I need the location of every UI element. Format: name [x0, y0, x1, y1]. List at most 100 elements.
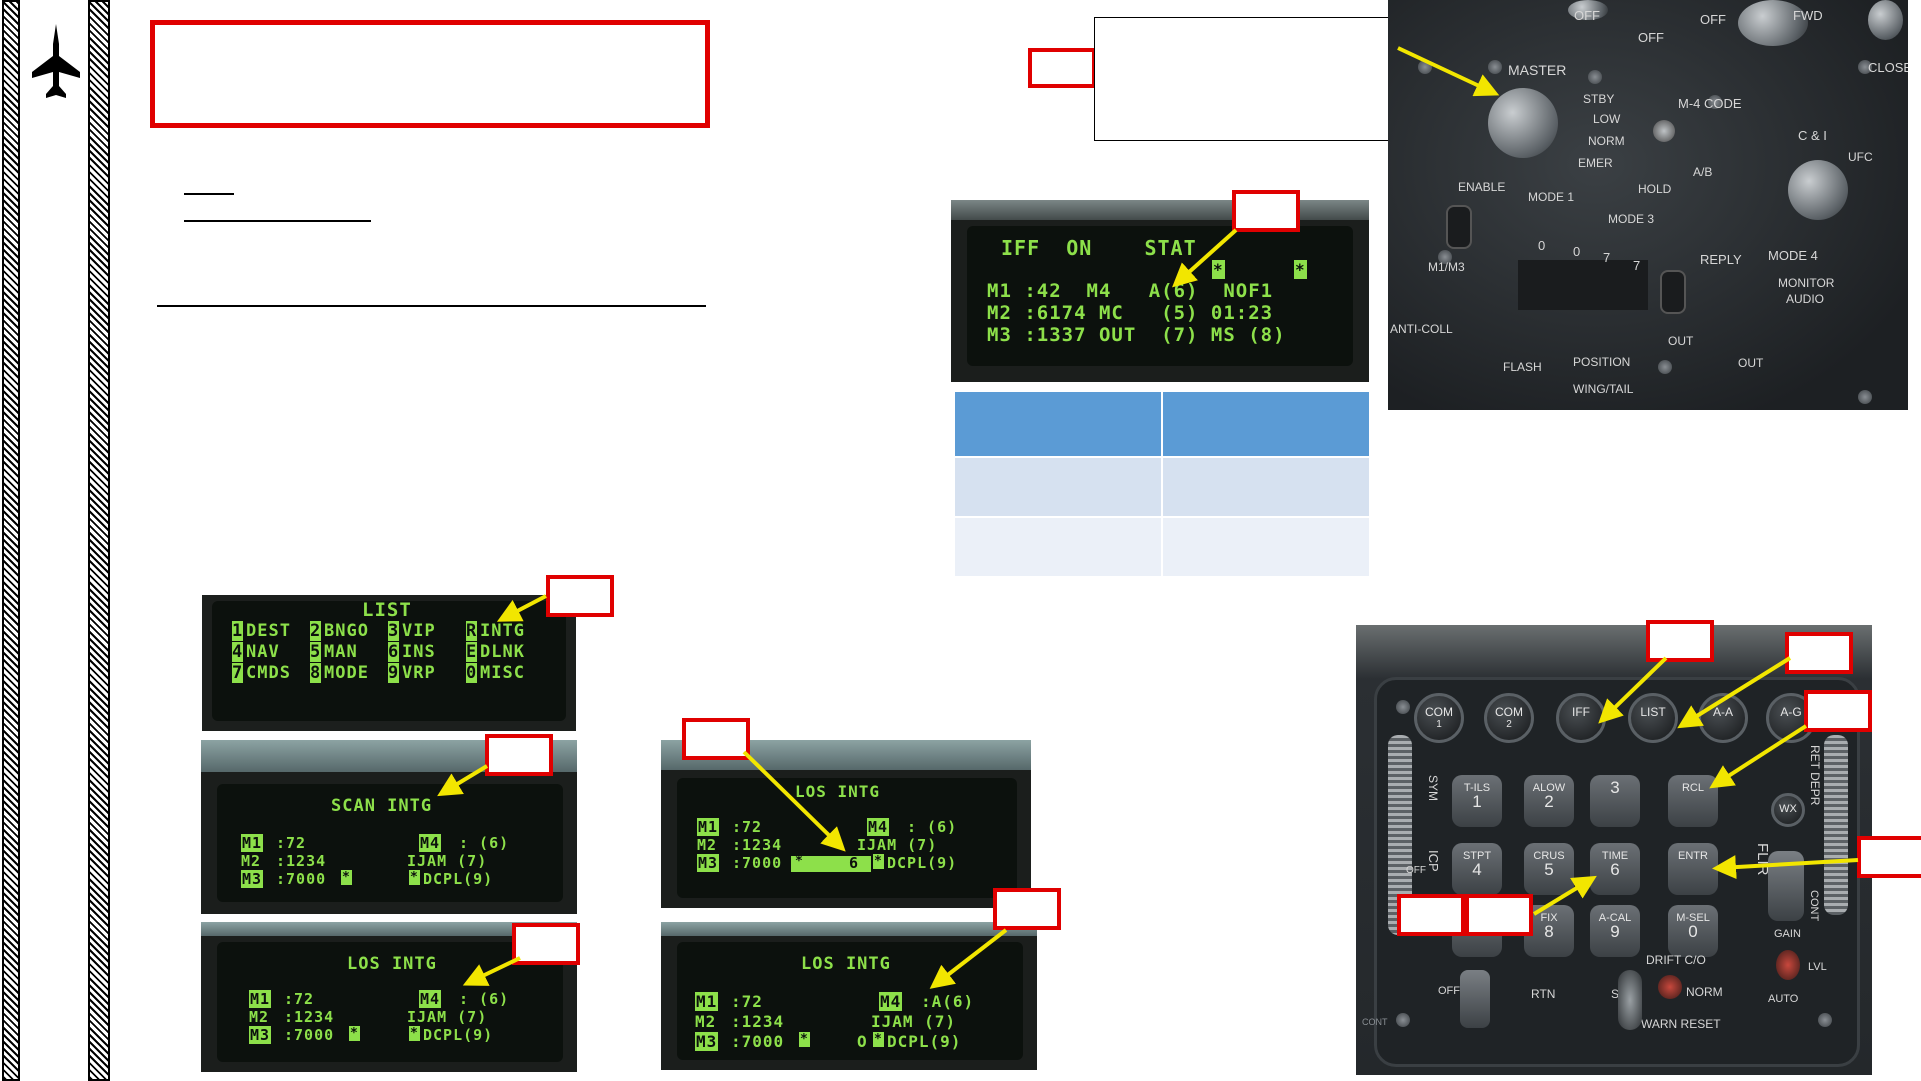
list-key-8: 8	[310, 663, 322, 683]
top-knob[interactable]	[1738, 0, 1808, 46]
scan-star: *	[341, 870, 352, 885]
upfront-button-iff[interactable]: IFF	[1556, 693, 1606, 743]
los2-star-2: *	[873, 854, 884, 869]
iff-label: 7	[1603, 250, 1611, 265]
scan-r3: DCPL(9)	[423, 870, 494, 888]
drift-switch[interactable]	[1618, 970, 1642, 1030]
upfront-button-label: COM	[1495, 705, 1523, 719]
upfront-controls-photo: COM 1 COM 2 IFF LIST A-A A-G T-ILS 1 ALOW 2 3 RCL STP…	[1356, 625, 1872, 1075]
key-number: 9	[1610, 922, 1620, 941]
los1-m1-value: :72	[284, 990, 315, 1008]
warn-reset-switch[interactable]	[1658, 975, 1682, 999]
sym-rocker[interactable]	[1460, 970, 1490, 1028]
rtn-label: RTN	[1531, 987, 1556, 1001]
los2-r1: : (6)	[907, 818, 958, 836]
los2-m4-label: M4	[867, 818, 890, 836]
los3-m1-label: M1	[695, 992, 719, 1011]
master-knob[interactable]	[1488, 88, 1558, 158]
los1-m3-value: :7000	[284, 1026, 335, 1044]
lvl-switch[interactable]	[1776, 950, 1800, 980]
left-hatch-bar	[2, 0, 20, 1081]
key-alow[interactable]: ALOW 2	[1524, 775, 1574, 827]
los2-r2: IJAM (7)	[857, 836, 938, 854]
los3-r1: :A(6)	[921, 992, 975, 1011]
callout-box-los-1	[512, 923, 580, 965]
key-a-cal[interactable]: A-CAL 9	[1590, 905, 1640, 957]
callout-box-ded-top	[1232, 190, 1300, 232]
ded-los-intg-2: LOS INTG M1 :72 M2 :1234 M3 :7000 * 6 M4…	[661, 740, 1031, 908]
upfront-button-list[interactable]: LIST	[1628, 693, 1678, 743]
key-crus[interactable]: CRUS 5	[1524, 843, 1574, 895]
iff-label: HOLD	[1638, 182, 1672, 196]
upfront-button-com[interactable]: COM 1	[1414, 693, 1464, 743]
iff-panel-photo: OFF OFF OFF FWD CLOSE MASTER STBY LOW NO…	[1388, 0, 1908, 410]
list-item-intg: INTG	[480, 621, 525, 641]
iff-label: FLASH	[1503, 360, 1542, 374]
jet-icon	[28, 22, 84, 102]
list-item-vip: VIP	[402, 621, 436, 641]
upfront-button-a-a[interactable]: A-A	[1698, 693, 1748, 743]
list-item-nav: NAV	[246, 642, 280, 662]
key-t-ils[interactable]: T-ILS 1	[1452, 775, 1502, 827]
callout-box-los-3	[993, 888, 1061, 930]
info-table	[953, 390, 1371, 578]
iff-label: CLOSE	[1868, 60, 1908, 75]
wx-label: WX	[1779, 803, 1797, 815]
list-item-vrp: VRP	[402, 663, 436, 683]
iff-label: LOW	[1593, 112, 1621, 126]
list-item-dlnk: DLNK	[480, 642, 525, 662]
callout-box-los-2	[682, 718, 750, 760]
los2-m3-value: :7000	[732, 854, 783, 872]
list-item-dest: DEST	[246, 621, 291, 641]
note-box	[1094, 17, 1399, 141]
iff-label: FWD	[1793, 8, 1823, 23]
ret-depr-label: RET DEPR	[1808, 745, 1822, 806]
callout-box-entr	[1857, 836, 1921, 878]
upfront-button-label: COM	[1425, 705, 1453, 719]
list-key-9: 9	[388, 663, 400, 683]
list-key-7: 7	[232, 663, 244, 683]
los1-r2: IJAM (7)	[407, 1008, 488, 1026]
auto-label: AUTO	[1768, 993, 1799, 1005]
section-divider	[157, 305, 706, 307]
upfront-button-com[interactable]: COM 2	[1484, 693, 1534, 743]
list-key-r: R	[466, 621, 478, 641]
title-callout-box	[150, 20, 710, 128]
iff-label: ANTI-COLL	[1390, 322, 1453, 336]
upfront-button-label: LIST	[1640, 705, 1666, 719]
wx-button[interactable]: WX	[1771, 793, 1805, 827]
callout-box-top	[1028, 48, 1096, 88]
list-key-0: 0	[466, 663, 478, 683]
iff-label: OUT	[1668, 334, 1694, 348]
flir-rocker[interactable]	[1768, 851, 1804, 921]
key-rcl[interactable]: RCL	[1668, 775, 1718, 827]
los2-m2-label: M2	[697, 836, 718, 854]
key-number: 4	[1472, 860, 1482, 879]
ded-list-title: LIST	[362, 599, 412, 621]
top-right-knob[interactable]	[1868, 0, 1903, 40]
list-key-3: 3	[388, 621, 400, 641]
code-knob[interactable]	[1788, 160, 1848, 220]
upfront-button-sub: 1	[1436, 719, 1442, 730]
key-3[interactable]: 3	[1590, 775, 1640, 827]
warn-reset-label: WARN RESET	[1641, 1017, 1721, 1031]
key-time[interactable]: TIME 6	[1590, 843, 1640, 895]
upfront-button-sub: 2	[1506, 719, 1512, 730]
iff-label: MONITOR	[1778, 276, 1835, 290]
key-entr[interactable]: ENTR	[1668, 843, 1718, 895]
scan-m1-value: :72	[276, 834, 307, 852]
key-label: ENTR	[1678, 850, 1708, 862]
key-stpt[interactable]: STPT 4	[1452, 843, 1502, 895]
los3-r3: DCPL(9)	[887, 1032, 962, 1051]
key-number: 5	[1544, 860, 1554, 879]
los1-star-2: *	[409, 1026, 420, 1041]
list-key-4: 4	[232, 642, 244, 662]
list-item-mode: MODE	[324, 663, 369, 683]
sym-label: SYM	[1426, 775, 1440, 802]
scan-star-2: *	[409, 870, 420, 885]
upfront-button-label: IFF	[1572, 705, 1590, 719]
los2-highlight-star: *	[795, 854, 804, 869]
drift-label: DRIFT C/O	[1646, 953, 1706, 967]
key-m-sel[interactable]: M-SEL 0	[1668, 905, 1718, 957]
iff-label: OUT	[1738, 356, 1764, 370]
